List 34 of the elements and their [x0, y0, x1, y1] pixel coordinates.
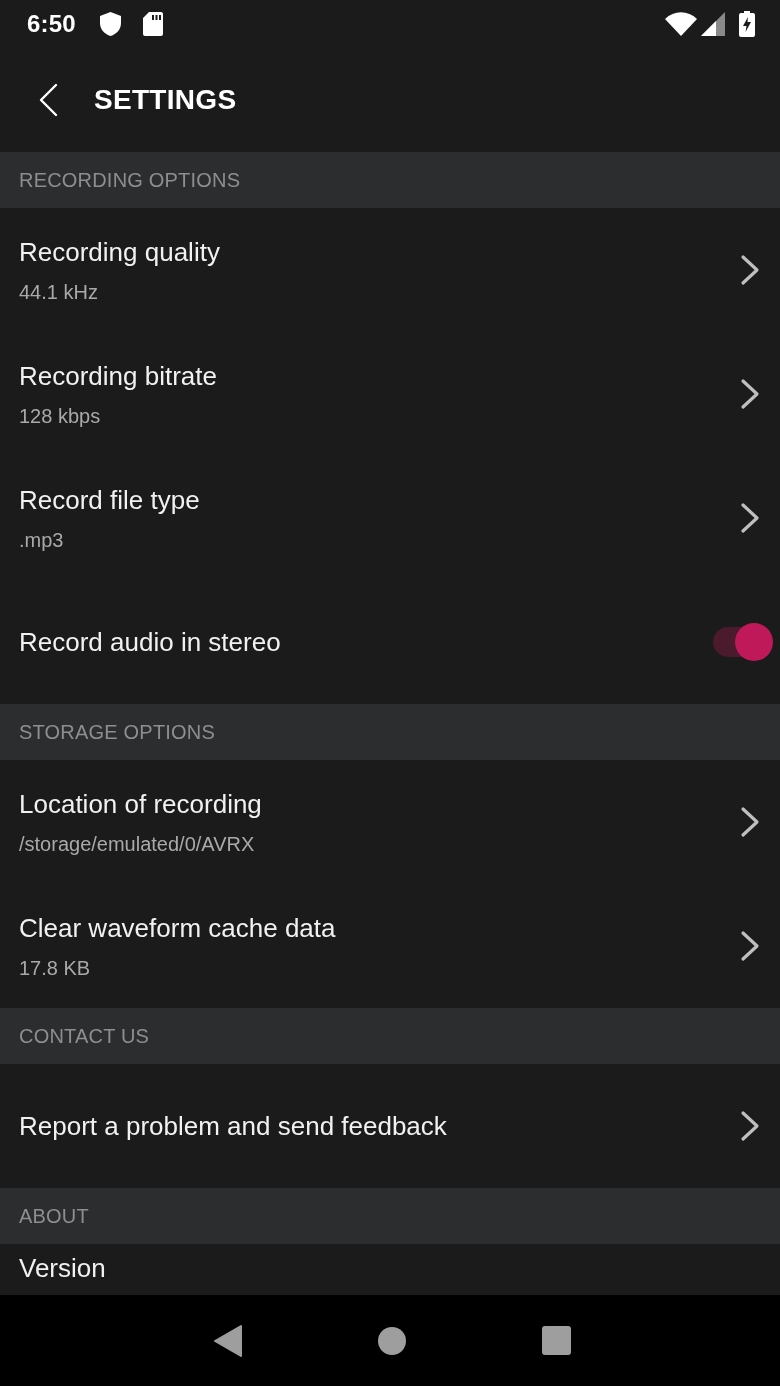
chevron-right-icon — [740, 502, 760, 534]
section-title: ABOUT — [19, 1204, 89, 1228]
setting-title: Recording bitrate — [19, 360, 218, 391]
chevron-right-icon — [740, 1110, 760, 1142]
setting-value: 44.1 kHz — [19, 279, 99, 304]
setting-title: Record audio in stereo — [19, 627, 282, 657]
setting-value: 128 kbps — [19, 403, 102, 428]
sd-card-icon — [142, 12, 163, 36]
wifi-icon — [665, 12, 697, 36]
setting-title: Clear waveform cache data — [19, 912, 337, 943]
setting-value: /storage/emulated/0/AVRX — [19, 831, 256, 856]
nav-home-button[interactable] — [378, 1326, 407, 1355]
section-title: RECORDING OPTIONS — [19, 168, 241, 192]
shield-icon — [99, 12, 121, 36]
setting-title: Record file type — [19, 484, 201, 515]
nav-back-button[interactable] — [212, 1323, 243, 1358]
chevron-right-icon — [740, 378, 760, 410]
status-time: 6:50 — [27, 10, 76, 38]
setting-value: .mp3 — [19, 527, 65, 552]
screen-title: SETTINGS — [94, 84, 237, 116]
chevron-right-icon — [740, 930, 760, 962]
section-title: CONTACT US — [19, 1024, 150, 1048]
stereo-toggle-switch[interactable] — [712, 622, 774, 662]
signal-icon — [701, 12, 725, 36]
setting-value: 17.8 KB — [19, 955, 92, 980]
battery-charging-icon — [739, 11, 755, 37]
setting-title: Report a problem and send feedback — [19, 1111, 448, 1141]
nav-recents-button[interactable] — [542, 1326, 572, 1355]
setting-title: Recording quality — [19, 236, 221, 267]
section-title: STORAGE OPTIONS — [19, 720, 215, 744]
setting-title: Version — [19, 1253, 107, 1283]
chevron-right-icon — [740, 254, 760, 286]
chevron-right-icon — [740, 806, 760, 838]
setting-title: Location of recording — [19, 788, 263, 819]
